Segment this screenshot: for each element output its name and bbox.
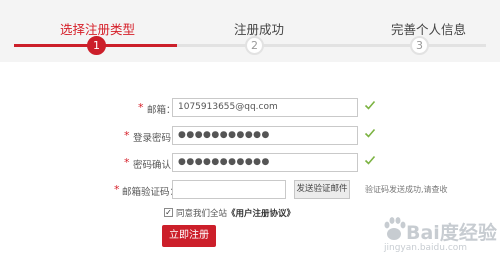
confirm-password-field[interactable]: ●●●●●●●●●●● — [172, 153, 358, 172]
step-1-indicator: 1 — [87, 36, 106, 55]
agreement-checkbox[interactable]: ✓ — [164, 208, 173, 217]
send-verification-email-button[interactable]: 发送验证邮件 — [294, 180, 350, 199]
password-field[interactable]: ●●●●●●●●●●● — [172, 126, 358, 145]
required-mark: * — [138, 101, 144, 114]
step-3-indicator: 3 — [410, 36, 429, 55]
watermark-text: Bai度经验 — [406, 222, 497, 244]
email-code-row: * 邮箱验证码： 发送验证邮件 验证码发送成功,请查收 — [0, 180, 500, 202]
agreement-link[interactable]: 《用户注册协议》 — [227, 209, 295, 219]
email-field[interactable]: 1075913655@qq.com — [172, 98, 358, 117]
email-valid-check-icon — [364, 100, 376, 110]
register-button[interactable]: 立即注册 — [162, 225, 216, 247]
confirm-valid-check-icon — [364, 155, 376, 165]
agreement-prefix: 同意我们全站 — [176, 209, 228, 219]
email-code-field[interactable] — [172, 180, 286, 199]
registration-steps: 选择注册类型 注册成功 完善个人信息 1 2 3 — [0, 0, 500, 62]
required-mark: * — [124, 156, 130, 169]
required-mark: * — [114, 183, 120, 196]
email-code-label: 邮箱验证码： — [122, 187, 180, 198]
email-row: * 邮箱： 1075913655@qq.com — [0, 98, 500, 120]
step-2-label: 注册成功 — [234, 22, 285, 37]
password-row: * 登录密码： ●●●●●●●●●●● — [0, 126, 500, 148]
baidu-jingyan-watermark: Bai度经验 jingyan.baidu.com — [362, 214, 497, 254]
step-track — [177, 44, 486, 47]
required-mark: * — [124, 129, 130, 142]
step-2-indicator: 2 — [245, 36, 264, 55]
agreement-text: 同意我们全站《用户注册协议》 — [176, 207, 295, 219]
code-sent-hint: 验证码发送成功,请查收 — [365, 185, 448, 194]
watermark-url: jingyan.baidu.com — [384, 243, 468, 253]
confirm-password-row: * 密码确认： ●●●●●●●●●●● — [0, 153, 500, 175]
paw-logo-icon — [384, 217, 406, 240]
step-3-label: 完善个人信息 — [391, 22, 467, 37]
password-valid-check-icon — [364, 128, 376, 138]
